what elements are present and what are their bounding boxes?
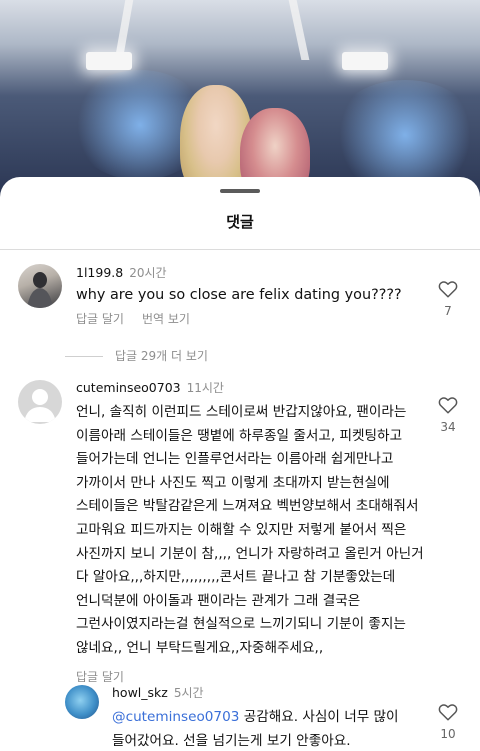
background-photo xyxy=(0,0,480,200)
comment-text: 언니, 솔직히 이런피드 스테이로써 반갑지않아요, 팬이라는 이름아래 스테이… xyxy=(76,404,424,656)
comment-actions: 답글 달기 번역 보기 xyxy=(76,310,208,327)
stage-light xyxy=(330,80,480,190)
avatar[interactable] xyxy=(65,685,99,719)
sheet-title: 댓글 xyxy=(226,213,254,231)
like-button[interactable]: 10 xyxy=(435,703,461,741)
ceiling-lamp xyxy=(342,52,388,70)
comment-meta: 1l199.8 20시간 xyxy=(76,264,167,281)
comment-actions: 답글 달기 xyxy=(76,668,142,685)
avatar-default[interactable] xyxy=(18,380,62,424)
reply-text: @cuteminseo0703 공감해요. 사심이 너무 많이들어갔어요. 선을… xyxy=(112,706,399,751)
ceiling-beam xyxy=(288,0,310,60)
header-divider xyxy=(0,249,480,250)
avatar-figure xyxy=(27,272,53,308)
default-avatar-icon xyxy=(24,389,56,422)
like-count: 34 xyxy=(440,420,456,434)
comment-time: 20시간 xyxy=(129,266,167,280)
comment-username[interactable]: cuteminseo0703 xyxy=(76,380,181,395)
reply-button[interactable]: 답글 달기 xyxy=(76,312,124,326)
drag-handle[interactable] xyxy=(220,189,260,193)
heart-outline-icon xyxy=(438,397,458,414)
comment-meta: cuteminseo0703 11시간 xyxy=(76,379,224,396)
heart-outline-icon xyxy=(438,281,458,298)
avatar[interactable] xyxy=(18,264,62,308)
view-more-replies-label: 답글 29개 더 보기 xyxy=(115,349,208,363)
translate-button[interactable]: 번역 보기 xyxy=(142,312,190,326)
replies-line xyxy=(65,356,103,357)
like-count: 10 xyxy=(440,727,456,741)
comment-text: why are you so close are felix dating yo… xyxy=(76,287,402,303)
like-button[interactable]: 7 xyxy=(435,280,461,318)
heart-outline-icon xyxy=(438,704,458,721)
like-button[interactable]: 34 xyxy=(435,396,461,434)
reply-time: 5시간 xyxy=(173,686,204,700)
comment-time: 11시간 xyxy=(186,381,224,395)
ceiling-lamp xyxy=(86,52,132,70)
reply-username[interactable]: howl_skz xyxy=(112,685,168,700)
reply-text-line1: 공감해요. 사심이 너무 많이 xyxy=(239,709,399,725)
comments-sheet: 댓글 1l199.8 20시간 why are you so close are … xyxy=(0,177,480,751)
like-count: 7 xyxy=(444,304,452,318)
view-more-replies[interactable]: 답글 29개 더 보기 xyxy=(65,347,208,364)
mention-link[interactable]: @cuteminseo0703 xyxy=(112,709,239,725)
reply-button[interactable]: 답글 달기 xyxy=(76,670,124,684)
reply-meta: howl_skz 5시간 xyxy=(112,684,204,701)
ceiling-beam xyxy=(114,0,134,60)
reply-text-line2: 들어갔어요. 선을 넘기는게 보기 안좋아요. xyxy=(112,732,351,749)
comment-username[interactable]: 1l199.8 xyxy=(76,265,123,280)
